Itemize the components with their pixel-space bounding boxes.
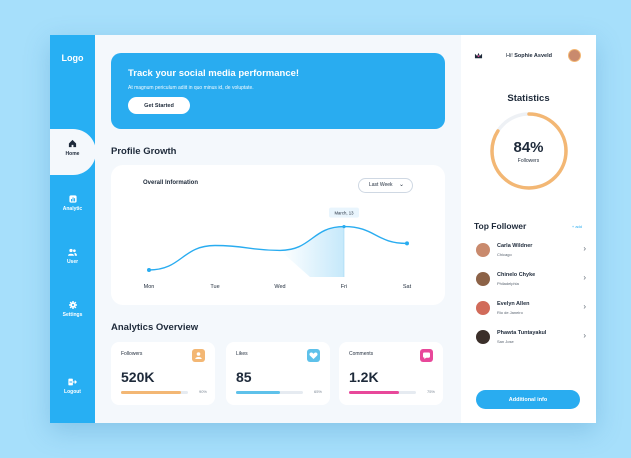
user-name: Sophie Asveld — [514, 53, 552, 59]
series-line — [148, 225, 408, 271]
progress-fill — [121, 391, 182, 394]
get-started-button[interactable]: Get Started — [128, 97, 190, 114]
follower-name: Chinelo Chyke — [497, 272, 536, 278]
sidebar-item-home[interactable]: Home — [50, 139, 95, 157]
period-dropdown[interactable]: Last Week ⌄ — [358, 178, 413, 193]
avatar — [476, 301, 490, 315]
card-value: 1.2K — [349, 369, 379, 385]
follower-name: Phawta Tuntayakul — [497, 330, 547, 336]
profile-growth-card: March, 13 Mon Tue Wed Fri Sat Overall Informa… — [111, 165, 445, 305]
chevron-right-icon[interactable]: › — [583, 331, 586, 340]
analytic-icon — [68, 195, 77, 203]
promo-banner: Track your social media performance! At … — [111, 53, 445, 129]
analytics-card-followers[interactable]: Followers 520K 90% — [111, 342, 215, 405]
statistics-label: Followers — [517, 158, 540, 164]
banner-title: Track your social media performance! — [128, 68, 300, 79]
chevron-right-icon[interactable]: › — [583, 302, 586, 311]
chevron-right-icon[interactable]: › — [583, 244, 586, 253]
follower-city: Philadelphia — [497, 281, 519, 286]
sidebar-item-analytic[interactable]: Analytic — [50, 195, 95, 212]
analytics-card-comments[interactable]: Comments 1.2K 75% — [339, 342, 443, 405]
top-follower-title: Top Follower — [474, 221, 527, 231]
avatar — [476, 272, 490, 286]
sidebar-item-label: Settings — [62, 312, 83, 318]
home-icon — [68, 139, 77, 148]
sidebar-item-user[interactable]: User — [50, 248, 95, 265]
highlight-area — [280, 226, 344, 277]
logo: Logo — [61, 53, 84, 63]
chevron-down-icon: ⌄ — [398, 182, 404, 188]
add-follower-link[interactable]: + add — [572, 224, 582, 229]
data-point — [405, 241, 409, 246]
statistics-percent: 84% — [513, 139, 544, 156]
sidebar-item-label: Home — [65, 151, 80, 157]
follower-item[interactable]: Phawta Tuntayakul San Jose › — [476, 328, 586, 350]
users-icon — [68, 248, 77, 256]
sidebar-item-label: User — [66, 259, 79, 265]
crown-icon — [474, 52, 483, 59]
card-percent: 65% — [313, 389, 322, 394]
sidebar-item-logout[interactable]: Logout — [50, 378, 95, 395]
card-label: Likes — [236, 351, 248, 357]
sidebar-item-settings[interactable]: Settings — [50, 301, 95, 318]
card-percent: 75% — [426, 389, 435, 394]
card-value: 85 — [236, 369, 252, 385]
data-point — [147, 268, 151, 272]
sidebar-item-label: Analytic — [62, 206, 83, 212]
progress-track — [349, 391, 416, 394]
dashboard-window: Logo Home Analytic User Settings Logout … — [50, 35, 596, 423]
follower-item[interactable]: Evelyn Allen Rio de Janeiro › — [476, 299, 586, 321]
follower-city: Chicago — [497, 252, 512, 257]
period-dropdown-value: Last Week — [369, 182, 393, 188]
x-tick-label: Sat — [403, 284, 412, 290]
chevron-right-icon[interactable]: › — [583, 273, 586, 282]
analytics-card-likes[interactable]: Likes 85 65% — [226, 342, 330, 405]
avatar[interactable] — [568, 49, 581, 62]
follower-item[interactable]: Chinelo Chyke Philadelphia › — [476, 270, 586, 292]
x-tick-label: Tue — [210, 284, 219, 290]
follower-name: Evelyn Allen — [497, 301, 530, 307]
gear-icon — [68, 301, 77, 309]
card-value: 520K — [121, 369, 155, 385]
user-icon — [192, 349, 205, 362]
card-label: Comments — [349, 351, 374, 357]
statistics-title: Statistics — [507, 93, 550, 104]
profile-growth-title: Profile Growth — [111, 146, 177, 157]
sidebar-item-label: Logout — [64, 389, 81, 395]
tooltip-label: March, 13 — [334, 210, 354, 215]
sidebar: Logo Home Analytic User Settings Logout — [50, 35, 96, 423]
additional-info-button[interactable]: Additional info — [476, 390, 580, 409]
x-tick-label: Wed — [274, 284, 285, 290]
avatar — [476, 243, 490, 257]
avatar — [476, 330, 490, 344]
greeting-text: Hi! — [506, 53, 513, 59]
x-tick-label: Fri — [341, 284, 347, 290]
card-label: Followers — [121, 351, 143, 357]
progress-fill — [349, 391, 400, 394]
card-percent: 90% — [198, 389, 207, 394]
right-panel: Hi! Sophie Asveld Statistics 84% Followe… — [461, 35, 596, 423]
follower-city: San Jose — [497, 339, 514, 344]
progress-track — [121, 391, 188, 394]
data-point — [342, 225, 346, 229]
analytics-overview-title: Analytics Overview — [111, 322, 199, 333]
progress-fill — [236, 391, 280, 394]
heart-icon — [307, 349, 320, 362]
comment-icon — [420, 349, 433, 362]
logout-icon — [68, 378, 77, 386]
follower-name: Carla Wildner — [497, 243, 533, 249]
greeting: Hi! Sophie Asveld — [506, 53, 552, 59]
follower-item[interactable]: Carla Wildner Chicago › — [476, 241, 586, 263]
progress-track — [236, 391, 303, 394]
chart-title: Overall Information — [143, 180, 199, 186]
x-tick-label: Mon — [144, 284, 155, 290]
follower-city: Rio de Janeiro — [497, 310, 523, 315]
banner-subtitle: At magnum periculum adiit in quo minus i… — [128, 85, 254, 91]
